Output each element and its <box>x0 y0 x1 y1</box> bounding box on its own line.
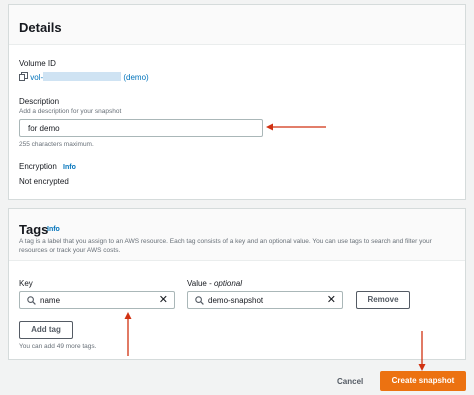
details-title: Details <box>19 20 62 35</box>
encryption-info-link[interactable]: Info <box>63 164 76 171</box>
tags-panel: Tags Info A tag is a label that you assi… <box>8 208 466 360</box>
tag-key-value: name <box>40 296 61 305</box>
volume-id-row: vol- (demo) <box>19 72 149 82</box>
volume-id-link[interactable]: vol- (demo) <box>30 72 149 82</box>
tag-value-label-optional: optional <box>213 279 243 288</box>
clear-value-icon[interactable]: ✕ <box>327 293 336 306</box>
tag-key-input[interactable]: name ✕ <box>19 291 175 309</box>
tag-value-label-text: Value - <box>187 279 214 288</box>
create-snapshot-button[interactable]: Create snapshot <box>380 371 466 391</box>
copy-icon[interactable] <box>19 72 28 81</box>
volume-id-prefix: vol- <box>30 73 44 82</box>
remove-tag-button[interactable]: Remove <box>356 291 410 309</box>
add-tag-button[interactable]: Add tag <box>19 321 73 339</box>
tag-value-input[interactable]: demo-snapshot ✕ <box>187 291 343 309</box>
description-constraint: 255 characters maximum. <box>19 141 94 148</box>
description-hint: Add a description for your snapshot <box>19 108 122 115</box>
description-input[interactable]: for demo <box>19 119 263 137</box>
tags-description: A tag is a label that you assign to an A… <box>19 238 432 254</box>
volume-id-redacted <box>43 72 122 81</box>
search-icon <box>27 296 36 305</box>
description-input-value: for demo <box>28 124 60 133</box>
encryption-label: Encryption Info <box>19 162 76 171</box>
annotation-arrow-up <box>124 312 132 356</box>
tag-key-label: Key <box>19 279 33 288</box>
details-header <box>9 5 465 45</box>
tag-value-value: demo-snapshot <box>208 296 264 305</box>
tags-remaining: You can add 49 more tags. <box>19 343 97 350</box>
search-icon <box>195 296 204 305</box>
encryption-value: Not encrypted <box>19 177 69 186</box>
annotation-arrow-down <box>418 331 426 371</box>
clear-key-icon[interactable]: ✕ <box>159 293 168 306</box>
details-panel: Details Volume ID vol- (demo) Descriptio… <box>8 4 466 200</box>
description-label: Description <box>19 97 60 106</box>
tag-value-label: Value - optional <box>187 279 242 288</box>
volume-id-label: Volume ID <box>19 59 56 68</box>
cancel-button[interactable]: Cancel <box>337 377 363 386</box>
encryption-label-text: Encryption <box>19 162 57 171</box>
annotation-arrow-left <box>266 123 326 131</box>
tags-title: Tags <box>19 222 49 237</box>
tags-info-link[interactable]: Info <box>47 226 60 233</box>
volume-id-suffix: (demo) <box>123 73 149 82</box>
